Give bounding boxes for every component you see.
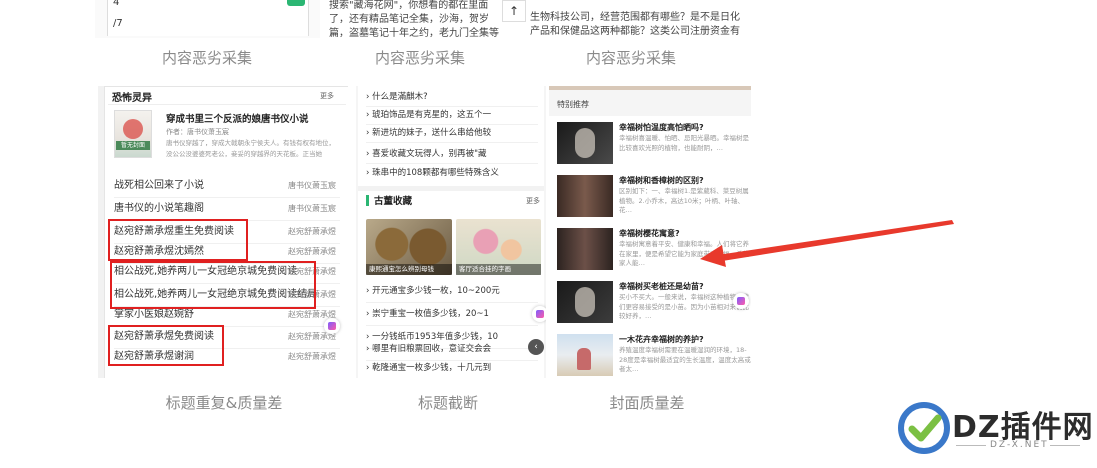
coin-image[interactable]: 康熙通宝怎么辨别母钱: [366, 219, 452, 275]
top-left-screenshot: 4 /7: [95, 0, 320, 38]
item-thumbnail: [557, 228, 613, 270]
list-item[interactable]: › 琥珀饰品是有克星的，这五个一: [366, 106, 538, 125]
recommend-item[interactable]: 幸福树买老桩还是幼苗? 买小不买大。一般来说，幸福树这种植物，我们更容易接受的是…: [557, 281, 749, 331]
item-desc: 养殖温度幸福树需要在温暖湿润的环境，18-28度是幸福树最适宜的生长温度，温度太…: [619, 346, 751, 373]
item-title: 什么是滿麒木?: [372, 92, 428, 102]
item-author: 赵宛舒萧承煜: [288, 247, 336, 256]
watermark-logo: DZ插件网 DZ-X.NET: [898, 402, 1093, 458]
item-author: 赵宛舒萧承煜: [288, 352, 336, 361]
section-title: 古董收藏: [374, 196, 413, 207]
chevron-right-icon: ›: [366, 110, 370, 120]
item-author: 唐书仪萧玉宸: [288, 204, 336, 213]
back-to-top-button[interactable]: ↑: [502, 0, 526, 22]
up-arrow-icon: ↑: [508, 4, 520, 18]
item-thumbnail: [557, 175, 613, 217]
highlight-box: [110, 261, 316, 309]
panel-antique-list: › 什么是滿麒木? › 琥珀饰品是有克星的，这五个一 › 新进坑的妹子，送什么串…: [356, 86, 546, 378]
item-title: 幸福树怕温度高怕晒吗?: [619, 123, 704, 132]
logo-mark-icon: [898, 402, 950, 454]
green-button[interactable]: [287, 0, 305, 6]
item-title: 新进坑的妹子，送什么串给他较: [372, 128, 492, 138]
top-middle-screenshot: 搜索"藏海花网"，你想看的都在里面了，还有精品笔记全集，沙海，贺岁篇，盗墓笔记十…: [320, 0, 528, 38]
floating-app-icon[interactable]: [324, 318, 340, 334]
right-text: 生物科技公司，经营范围都有哪些？是不是日化产品和保健品这两种都能？这类公司注册资…: [530, 12, 740, 37]
red-arrow-annotation: [700, 220, 954, 267]
item-title: 开元通宝多少钱一枚，10~200元: [372, 286, 500, 296]
chevron-icon: ‹: [534, 342, 538, 352]
caption-panel-3: 封面质量差: [609, 394, 685, 412]
item-title: 唐书仪的小说笔趣阁: [114, 203, 204, 214]
list-item[interactable]: › 开元通宝多少钱一枚，10~200元: [366, 281, 538, 303]
list-item[interactable]: › 珠串中的108颗都有哪些特殊含义: [366, 164, 538, 182]
floating-app-icon[interactable]: [532, 306, 546, 322]
input-line-1: 4: [113, 0, 120, 8]
book-cover[interactable]: 暂无封面: [114, 110, 152, 158]
list-item[interactable]: › 新进坑的妹子，送什么串给他较: [366, 124, 538, 143]
list-item[interactable]: 唐书仪的小说笔趣阁 唐书仪萧玉宸: [114, 198, 340, 221]
section-title: 特别推荐: [557, 100, 589, 109]
feature-author: 作者：唐书仪萧玉宸: [166, 128, 229, 136]
item-desc: 买小不买大。一般来说，幸福树这种植物，我们更容易接受的是小苗。因为小苗相对来说比…: [619, 293, 749, 320]
highlight-box: [108, 325, 224, 366]
item-title: 乾隆通宝一枚多少钱，十几元到: [372, 363, 492, 373]
item-thumbnail: [557, 334, 613, 376]
item-title: 幸福树樱花寓意?: [619, 229, 680, 238]
item-title: 哪里有旧粮票回收，意证交会会: [372, 344, 492, 354]
collapse-button[interactable]: ‹: [528, 339, 544, 355]
list-item[interactable]: › 什么是滿麒木?: [366, 88, 538, 107]
item-title: 喜爱收藏文玩得人，别再被"藏: [372, 149, 487, 159]
recommend-item[interactable]: 幸福树怕温度高怕晒吗? 幸福树喜温暖、怕晒、忌阳光暴晒。幸福树是比较喜欢光照的植…: [557, 122, 749, 172]
painting-image[interactable]: 客厅适合挂的字画: [456, 219, 541, 275]
item-title: 崇宁重宝一枚值多少钱，20~1: [372, 309, 489, 319]
section-accent-bar: [366, 195, 369, 206]
caption-panel-1: 标题重复&质量差: [165, 394, 283, 412]
top-right-screenshot: 生物科技公司，经营范围都有哪些？是不是日化产品和保健品这两种都能？这类公司注册资…: [528, 0, 760, 38]
recommend-item[interactable]: 一木花卉幸福树的养护? 养殖温度幸福树需要在温暖湿润的环境，18-28度是幸福树…: [557, 334, 751, 378]
highlight-box: [108, 219, 248, 261]
item-title: 战死相公回来了小说: [114, 180, 204, 191]
item-author: 唐书仪萧玉宸: [288, 181, 336, 190]
list-item[interactable]: › 喜爱收藏文玩得人，别再被"藏: [366, 145, 538, 164]
item-thumbnail: [557, 281, 613, 323]
feature-desc: 唐书仪穿越了，穿成大戟朝永宁侯夫人。有钱有权有地位，没公公没婆婆死老公，妾妥的穿…: [166, 139, 335, 158]
input-line-2: /7: [113, 18, 123, 29]
list-item[interactable]: 战死相公回来了小说 唐书仪萧玉宸: [114, 175, 340, 198]
chevron-right-icon: ›: [366, 92, 370, 102]
caption-top-middle: 内容恶劣采集: [374, 49, 465, 67]
item-title: 一木花卉幸福树的养护?: [619, 335, 704, 344]
image-caption: 客厅适合挂的字画: [456, 264, 541, 275]
floating-app-icon[interactable]: [733, 293, 749, 309]
item-title: 幸福树买老桩还是幼苗?: [619, 282, 704, 291]
chevron-right-icon: ›: [366, 149, 370, 159]
caption-panel-2: 标题截断: [417, 394, 478, 412]
item-title: 琥珀饰品是有克星的，这五个一: [372, 110, 492, 120]
item-title: 珠串中的108颗都有哪些特殊含义: [372, 168, 499, 178]
section-title: 恐怖灵异: [112, 93, 152, 104]
chevron-right-icon: ›: [366, 128, 370, 138]
cover-placeholder-text: 暂无封面: [116, 141, 150, 150]
item-title: 掌家小医娘赵婉舒: [114, 309, 194, 320]
middle-text: 搜索"藏海花网"，你想看的都在里面了，还有精品笔记全集，沙海，贺岁篇，盗墓笔记十…: [329, 0, 499, 38]
image-caption: 康熙通宝怎么辨别母钱: [366, 264, 452, 275]
caption-top-left: 内容恶劣采集: [161, 49, 252, 67]
item-thumbnail: [557, 122, 613, 164]
item-author: 赵宛舒萧承煜: [288, 227, 336, 236]
caption-top-right: 内容恶劣采集: [585, 49, 676, 67]
list-item[interactable]: › 乾隆通宝一枚多少钱，十几元到: [366, 358, 538, 378]
more-link[interactable]: 更多: [320, 91, 334, 101]
item-title: 幸福树和香樟树的区别?: [619, 176, 704, 185]
logo-subtext: DZ-X.NET: [990, 440, 1049, 450]
chevron-right-icon: ›: [366, 344, 370, 354]
more-link[interactable]: 更多: [526, 196, 540, 206]
item-desc: 幸福树喜温暖、怕晒、忌阳光暴晒。幸福树是比较喜欢光照的植物，也能耐阴，…: [619, 134, 749, 152]
chevron-right-icon: ›: [366, 363, 370, 373]
list-item[interactable]: › 崇宁重宝一枚值多少钱，20~1: [366, 304, 538, 326]
chevron-right-icon: ›: [366, 168, 370, 178]
item-desc: 区别如下：一、幸福树1.是紫葳科、菜豆树属植物。2.小乔木，高达10米；叶柄、叶…: [619, 187, 749, 214]
feature-title[interactable]: 穿成书里三个反派的娘唐书仪小说: [166, 111, 309, 125]
chevron-right-icon: ›: [366, 309, 370, 319]
chevron-right-icon: ›: [366, 286, 370, 296]
